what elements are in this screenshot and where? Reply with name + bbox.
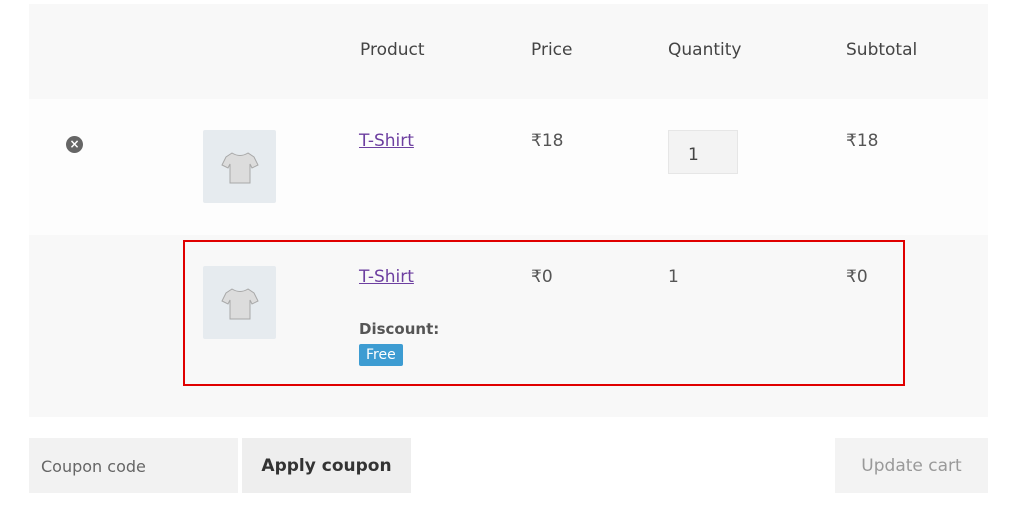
apply-coupon-button[interactable]: Apply coupon — [242, 438, 411, 493]
header-quantity: Quantity — [668, 40, 742, 60]
tshirt-icon — [220, 151, 259, 183]
table-row: × T-Shirt ₹18 1 ₹18 — [29, 99, 988, 235]
remove-item-icon[interactable]: × — [66, 136, 83, 153]
header-product: Product — [360, 40, 425, 60]
product-thumbnail[interactable] — [203, 130, 276, 203]
product-price: ₹18 — [531, 131, 564, 151]
highlight-box — [183, 240, 905, 386]
product-subtotal: ₹18 — [846, 131, 879, 151]
quantity-input[interactable]: 1 — [668, 130, 738, 174]
table-header: Product Price Quantity Subtotal — [29, 4, 988, 99]
header-price: Price — [531, 40, 573, 60]
coupon-code-input[interactable]: Coupon code — [29, 438, 238, 493]
update-cart-button[interactable]: Update cart — [835, 438, 988, 493]
product-link[interactable]: T-Shirt — [359, 131, 414, 151]
header-subtotal: Subtotal — [846, 40, 918, 60]
